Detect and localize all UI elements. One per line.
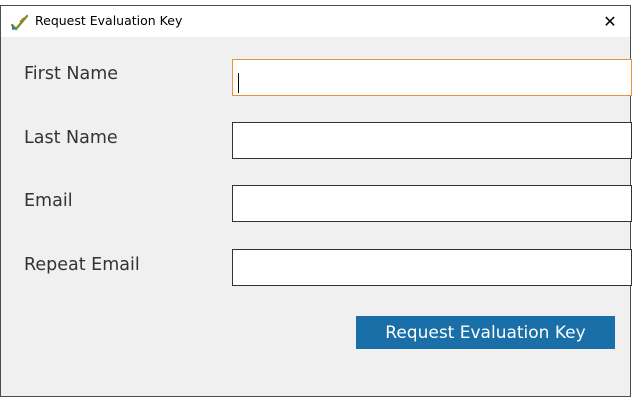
repeat-email-label: Repeat Email [24, 255, 140, 275]
window-title: Request Evaluation Key [35, 13, 183, 28]
email-label: Email [24, 191, 73, 211]
close-button[interactable]: ✕ [590, 6, 630, 37]
brush-checkmark-icon [10, 14, 29, 31]
first-name-label: First Name [24, 64, 119, 84]
request-evaluation-key-dialog: Request Evaluation Key ✕ First Name Last… [0, 5, 632, 397]
title-bar[interactable]: Request Evaluation Key ✕ [1, 6, 630, 37]
text-caret [238, 73, 239, 93]
last-name-label: Last Name [24, 128, 118, 148]
close-icon: ✕ [603, 12, 617, 31]
repeat-email-field[interactable] [232, 249, 632, 286]
request-evaluation-key-button[interactable]: Request Evaluation Key [356, 316, 615, 349]
first-name-field[interactable] [232, 59, 632, 96]
email-field[interactable] [232, 185, 632, 222]
last-name-field[interactable] [232, 122, 632, 159]
